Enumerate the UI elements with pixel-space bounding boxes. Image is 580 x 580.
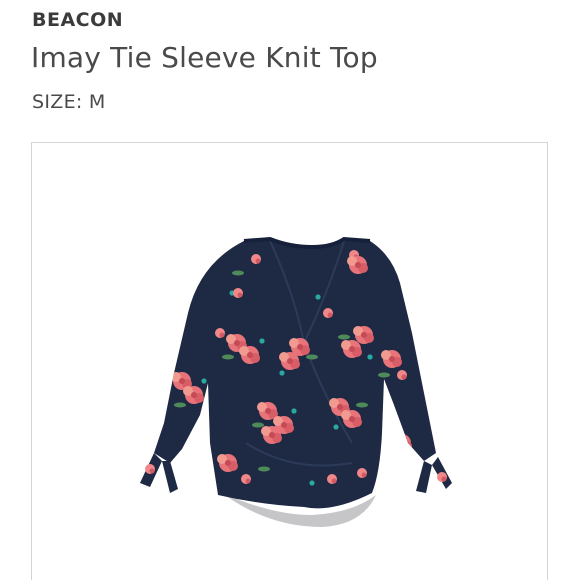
brand-name[interactable]: BEACON xyxy=(32,9,123,31)
product-image-card[interactable] xyxy=(31,142,548,580)
product-title: Imay Tie Sleeve Knit Top xyxy=(31,41,378,74)
product-page: BEACON Imay Tie Sleeve Knit Top SIZE: M xyxy=(0,0,580,580)
product-image xyxy=(140,236,452,527)
product-size: SIZE: M xyxy=(32,91,106,113)
